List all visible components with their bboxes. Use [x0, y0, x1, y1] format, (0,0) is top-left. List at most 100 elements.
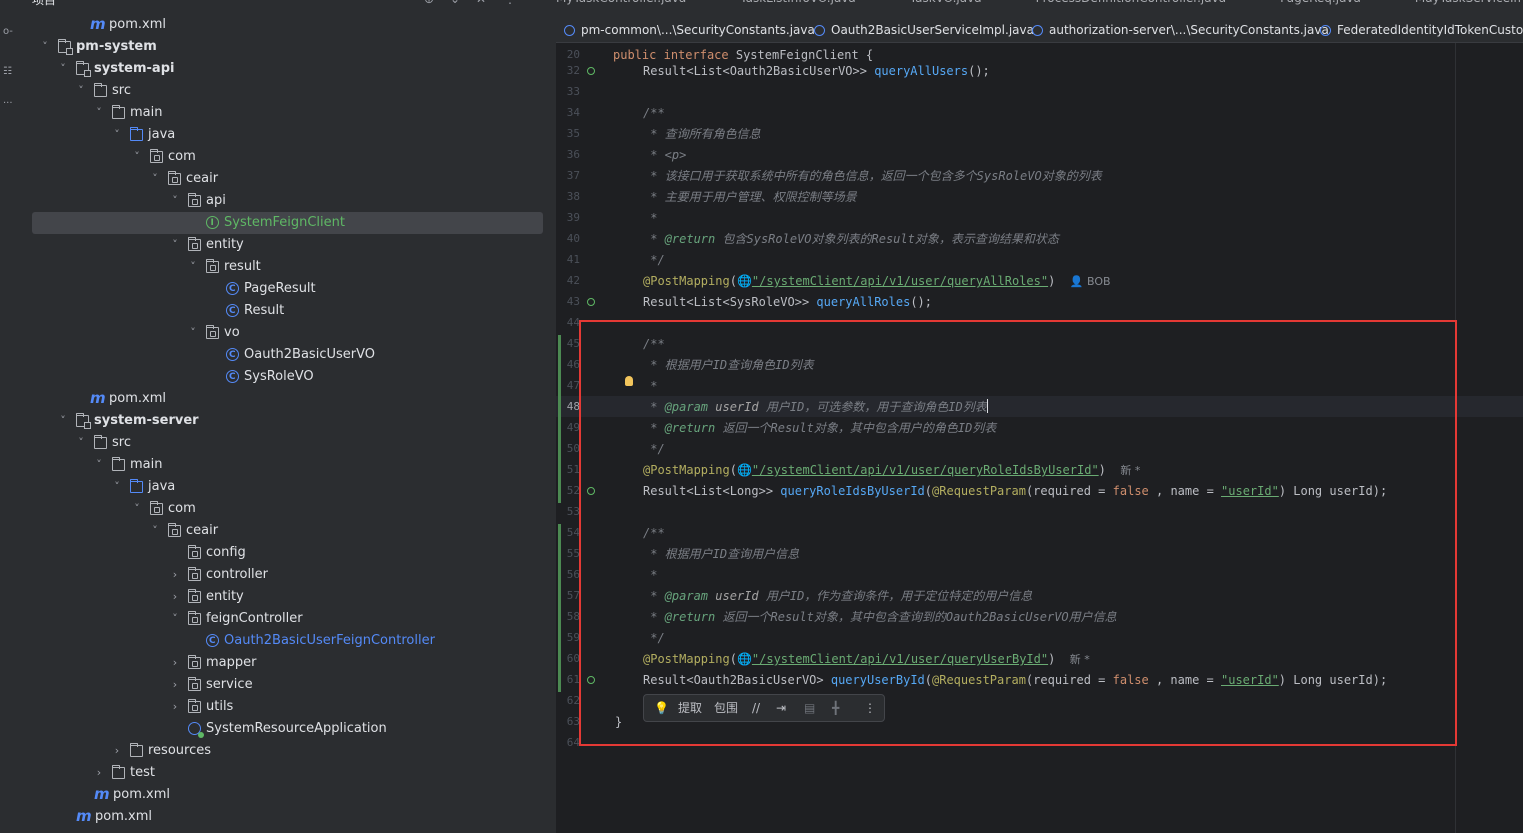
- tab-label[interactable]: ProcessDefinitionController.java: [1036, 0, 1227, 5]
- package-icon: [150, 149, 163, 163]
- chevron-right-icon[interactable]: ›: [94, 762, 104, 784]
- chevron-down-icon[interactable]: ˅: [94, 102, 104, 124]
- tab-federated-identity-token-customizer[interactable]: FederatedIdentityIdTokenCustomize: [1320, 20, 1523, 40]
- line-number: 33: [566, 85, 580, 98]
- tree-item[interactable]: ˅ ceair: [20, 168, 550, 190]
- tree-item-label: Result: [244, 303, 285, 318]
- options-icon[interactable]: ⋮: [504, 0, 516, 6]
- tree-item-label: src: [112, 83, 131, 98]
- tree-item[interactable]: ˅ vo: [20, 322, 550, 344]
- tree-item[interactable]: › mapper: [20, 652, 550, 674]
- chevron-down-icon[interactable]: ˅: [170, 608, 180, 630]
- chevron-down-icon[interactable]: ˅: [170, 234, 180, 256]
- tree-item[interactable]: › test: [20, 762, 550, 784]
- implementation-gutter-icon[interactable]: [587, 67, 595, 75]
- tree-item[interactable]: ˅ com: [20, 498, 550, 520]
- tree-item[interactable]: ˅ system-server: [20, 410, 550, 432]
- tree-item[interactable]: ˅ main: [20, 102, 550, 124]
- chevron-down-icon[interactable]: ˅: [58, 410, 68, 432]
- tree-item[interactable]: m pom.xml: [20, 806, 550, 828]
- tab-pm-common-security-constants[interactable]: pm-common\...\SecurityConstants.java: [564, 20, 815, 40]
- tree-item[interactable]: SysRoleVO: [20, 366, 550, 388]
- collapse-icon[interactable]: ⌄: [450, 0, 460, 6]
- tree-item[interactable]: › entity: [20, 586, 550, 608]
- chevron-down-icon[interactable]: ˅: [40, 36, 50, 58]
- tree-item[interactable]: Oauth2BasicUserFeignController: [20, 630, 550, 652]
- tab-label[interactable]: MayTaskServiceImpl.java: [1415, 0, 1523, 5]
- package-icon: [188, 589, 201, 603]
- tree-item[interactable]: Oauth2BasicUserVO: [20, 344, 550, 366]
- tree-item[interactable]: ˅ pm-system: [20, 36, 550, 58]
- chevron-right-icon[interactable]: ›: [170, 564, 180, 586]
- module-folder-icon: [58, 39, 73, 55]
- chevron-down-icon[interactable]: ˅: [94, 454, 104, 476]
- tree-item[interactable]: ˅ com: [20, 146, 550, 168]
- tree-item[interactable]: PageResult: [20, 278, 550, 300]
- chevron-down-icon[interactable]: ˅: [132, 146, 142, 168]
- chevron-right-icon[interactable]: ›: [170, 652, 180, 674]
- author-hint: 👤 BOB: [1069, 275, 1111, 288]
- chevron-down-icon[interactable]: ˅: [112, 124, 122, 146]
- tab-label[interactable]: TaskListInfoVO.java: [740, 0, 856, 5]
- chevron-down-icon[interactable]: ˅: [76, 432, 86, 454]
- tab-oauth2-basic-user-service-impl[interactable]: Oauth2BasicUserServiceImpl.java: [814, 20, 1034, 40]
- folder-icon: [112, 105, 125, 119]
- chevron-down-icon[interactable]: ˅: [188, 256, 198, 278]
- package-icon: [188, 611, 201, 625]
- tab-authorization-server-security-constants[interactable]: authorization-server\...\SecurityConstan…: [1032, 20, 1329, 40]
- line-number: 63: [566, 715, 580, 728]
- tree-item[interactable]: m pom.xml: [20, 14, 550, 36]
- vcs-change-marker[interactable]: [558, 335, 561, 503]
- tab-label: pm-common\...\SecurityConstants.java: [581, 23, 815, 37]
- chevron-right-icon[interactable]: ›: [170, 674, 180, 696]
- chevron-down-icon[interactable]: ˅: [150, 168, 160, 190]
- tab-label[interactable]: TaskVO.java: [910, 0, 982, 5]
- commit-icon[interactable]: o-: [3, 26, 13, 38]
- chevron-down-icon[interactable]: ˅: [112, 476, 122, 498]
- chevron-down-icon[interactable]: ˅: [76, 80, 86, 102]
- tree-item-label: pom.xml: [113, 787, 170, 802]
- target-icon[interactable]: ⊕: [424, 0, 434, 6]
- package-icon: [206, 259, 219, 273]
- tree-item[interactable]: ˅ java: [20, 124, 550, 146]
- tree-item[interactable]: SystemFeignClient: [32, 212, 543, 234]
- tree-item[interactable]: m pom.xml: [20, 784, 550, 806]
- tree-item[interactable]: ˅ ceair: [20, 520, 550, 542]
- chevron-down-icon[interactable]: ˅: [188, 322, 198, 344]
- tree-item[interactable]: SystemResourceApplication: [20, 718, 550, 740]
- tree-item[interactable]: › service: [20, 674, 550, 696]
- tree-item[interactable]: › resources: [20, 740, 550, 762]
- tree-item[interactable]: › utils: [20, 696, 550, 718]
- tree-item[interactable]: m pom.xml: [20, 388, 550, 410]
- tree-item[interactable]: ˅ java: [20, 476, 550, 498]
- chevron-down-icon[interactable]: ˅: [132, 498, 142, 520]
- chevron-right-icon[interactable]: ›: [170, 696, 180, 718]
- implementation-gutter-icon[interactable]: [587, 298, 595, 306]
- chevron-right-icon[interactable]: ›: [170, 586, 180, 608]
- more-tools-icon[interactable]: ···: [3, 98, 13, 110]
- tab-label[interactable]: PageReq.java: [1280, 0, 1361, 5]
- tree-item[interactable]: ˅ feignController: [20, 608, 550, 630]
- tree-item[interactable]: ˅ src: [20, 80, 550, 102]
- structure-icon[interactable]: ☷: [3, 66, 12, 78]
- code-line-41: */: [643, 253, 665, 267]
- vcs-change-marker[interactable]: [558, 524, 561, 692]
- tree-item[interactable]: ˅ entity: [20, 234, 550, 256]
- tree-item[interactable]: config: [20, 542, 550, 564]
- chevron-down-icon[interactable]: ˅: [150, 520, 160, 542]
- tree-item[interactable]: ˅ result: [20, 256, 550, 278]
- tree-item[interactable]: ˅ api: [20, 190, 550, 212]
- chevron-down-icon[interactable]: ˅: [170, 190, 180, 212]
- folder-icon: [94, 83, 107, 97]
- chevron-right-icon[interactable]: ›: [112, 740, 122, 762]
- tree-item[interactable]: ˅ system-api: [20, 58, 550, 80]
- close-icon[interactable]: ✕: [476, 0, 486, 6]
- tree-item-label: SystemResourceApplication: [206, 721, 387, 736]
- tree-item[interactable]: › controller: [20, 564, 550, 586]
- tree-item[interactable]: Result: [20, 300, 550, 322]
- tree-item[interactable]: ˅ src: [20, 432, 550, 454]
- tree-item-label: com: [168, 149, 196, 164]
- tab-label[interactable]: MyTaskController.java: [556, 0, 686, 5]
- tree-item[interactable]: ˅ main: [20, 454, 550, 476]
- chevron-down-icon[interactable]: ˅: [58, 58, 68, 80]
